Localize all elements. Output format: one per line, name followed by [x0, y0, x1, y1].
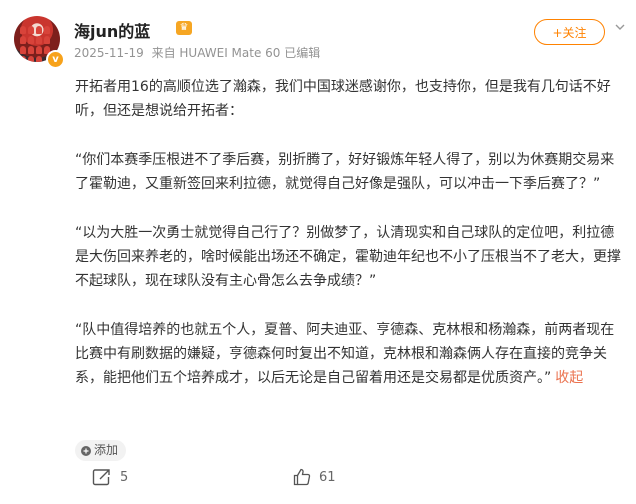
post-paragraph-last: “队中值得培养的也就五个人，夏普、阿夫迪亚、亨德森、克林根和杨瀚森，前两者现在比… — [75, 318, 625, 390]
post-paragraph: “以为大胜一次勇士就觉得自己行了？别做梦了，认清现实和自己球队的定位吧，利拉德是… — [75, 225, 621, 289]
add-button[interactable]: 添加 — [75, 440, 127, 461]
v-badge-icon: v — [46, 50, 65, 69]
post-source: 来自 HUAWEI Mate 60 — [151, 46, 281, 60]
post-paragraph: 开拓者用16的高顺位选了瀚森，我们中国球迷感谢你，也支持你，但是我有几句话不好听… — [75, 79, 611, 119]
post-meta: 2025-11-19 来自 HUAWEI Mate 60 已编辑 — [74, 44, 320, 61]
thumbs-up-icon — [293, 468, 311, 486]
edited-label: 已编辑 — [284, 46, 321, 60]
plus-circle-icon — [81, 445, 91, 456]
author-name[interactable]: 海jun的蓝 — [74, 18, 150, 42]
follow-button[interactable]: +关注 — [534, 19, 605, 45]
like-button[interactable]: 61 — [293, 468, 336, 486]
avatar-image — [20, 26, 54, 62]
post-paragraph: “你们本赛季压根进不了季后赛，别折腾了，好好锻炼年轻人得了，别以为休赛期交易来了… — [75, 152, 615, 192]
chevron-down-icon[interactable] — [615, 22, 625, 32]
add-button-label: 添加 — [94, 443, 119, 457]
action-bar: 5 61 — [0, 468, 636, 492]
post-body: 开拓者用16的高顺位选了瀚森，我们中国球迷感谢你，也支持你，但是我有几句话不好听… — [75, 75, 625, 390]
repost-button[interactable]: 5 — [92, 468, 128, 486]
collapse-link[interactable]: 收起 — [555, 370, 583, 386]
crown-icon[interactable]: ♛ — [176, 21, 192, 35]
post-date[interactable]: 2025-11-19 — [74, 46, 144, 60]
like-count: 61 — [319, 469, 336, 485]
post-paragraph: “队中值得培养的也就五个人，夏普、阿夫迪亚、亨德森、克林根和杨瀚森，前两者现在比… — [75, 322, 615, 386]
repost-icon — [92, 469, 110, 486]
repost-count: 5 — [120, 469, 129, 485]
